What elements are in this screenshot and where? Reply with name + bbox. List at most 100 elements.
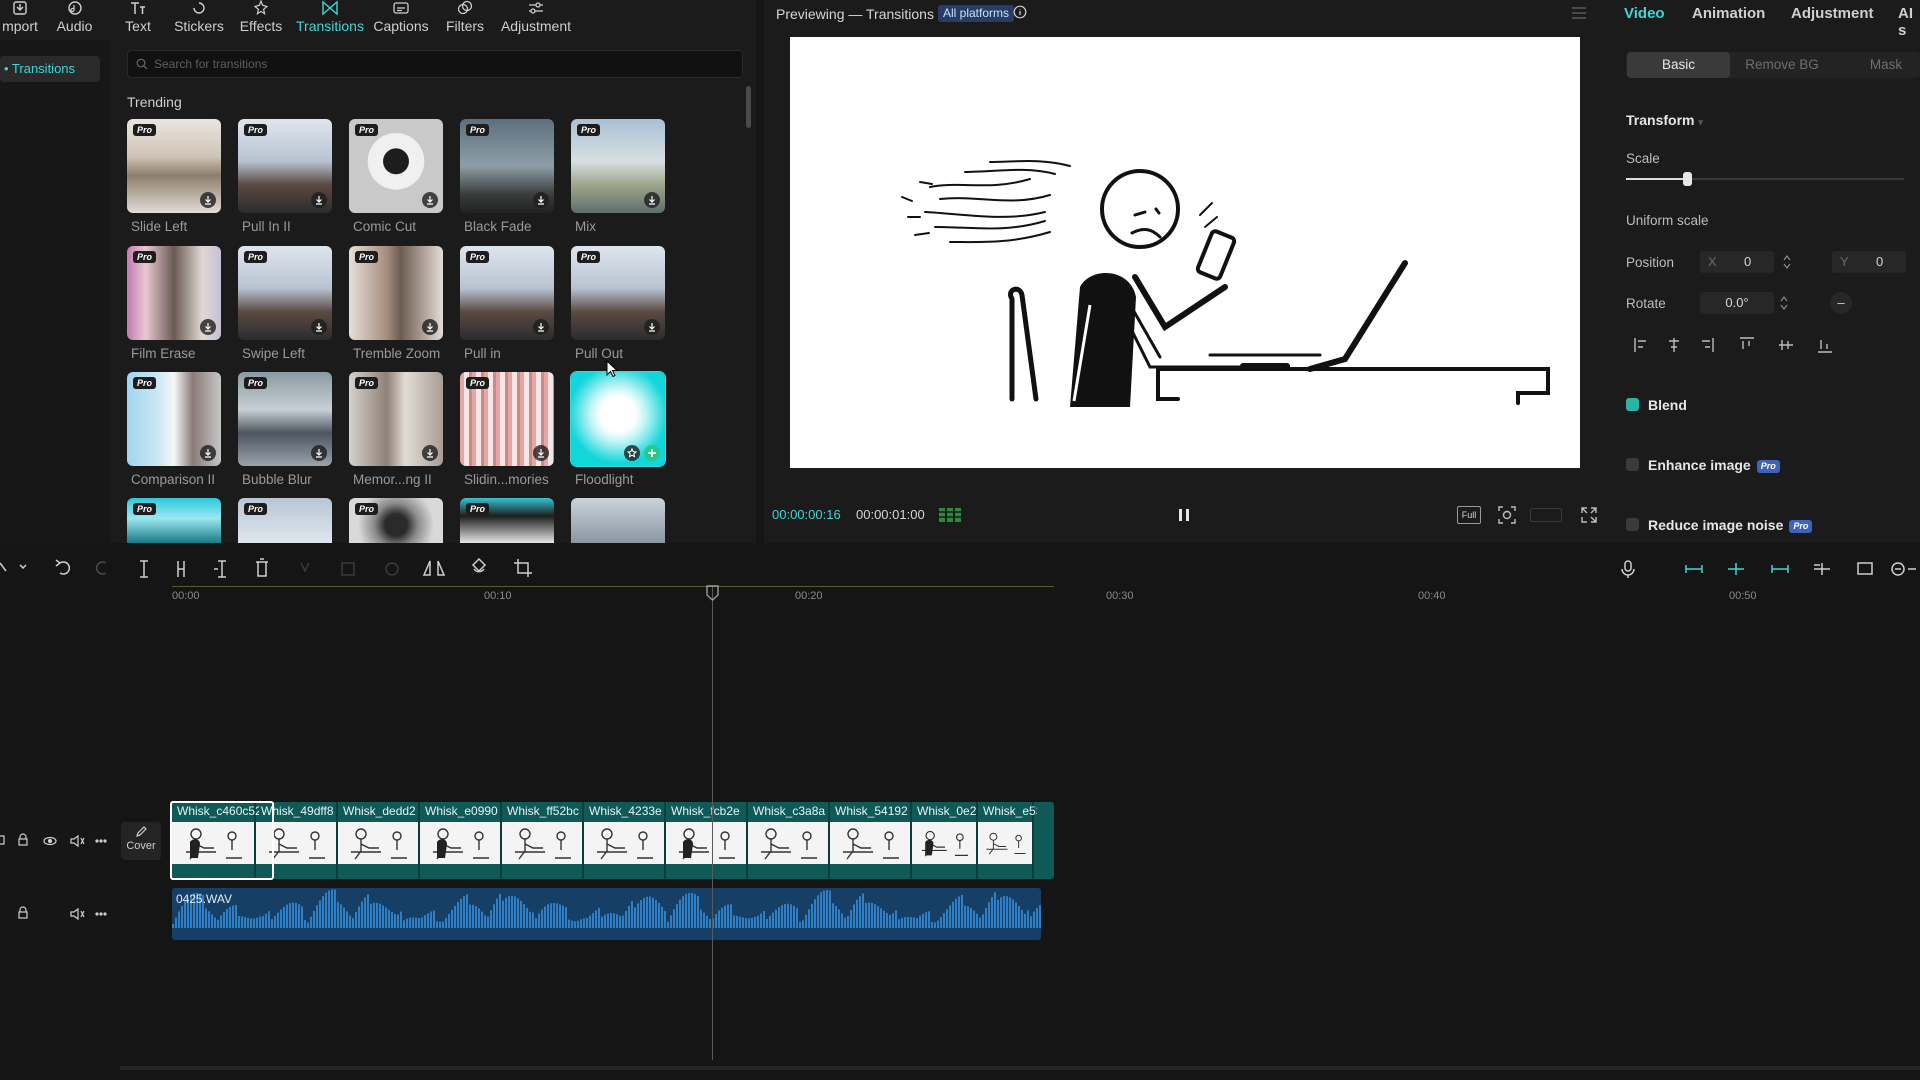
enhance-checkbox[interactable] (1626, 458, 1639, 471)
download-icon[interactable] (422, 445, 438, 461)
toolbar-transitions[interactable]: Transitions (296, 0, 364, 40)
transition-card[interactable]: Pro (349, 246, 443, 340)
subtab-mask[interactable]: Mask (1834, 52, 1920, 78)
toolbar-stickers[interactable]: Stickers (172, 0, 226, 40)
transition-card[interactable]: Pro (238, 372, 332, 466)
transition-card[interactable]: Pro (238, 246, 332, 340)
download-icon[interactable] (200, 445, 216, 461)
quality-button[interactable]: Full (1457, 506, 1481, 524)
noise-checkbox[interactable] (1626, 518, 1639, 531)
playhead-handle[interactable] (706, 585, 719, 601)
timeline-scrollbar[interactable] (120, 1066, 1920, 1070)
playhead[interactable] (712, 585, 713, 1060)
transition-card[interactable]: Pro (460, 119, 554, 213)
download-icon[interactable] (644, 192, 660, 208)
download-icon[interactable] (311, 319, 327, 335)
download-icon[interactable] (533, 445, 549, 461)
preview-canvas[interactable] (790, 37, 1580, 468)
toolbar-filters[interactable]: Filters (443, 0, 487, 40)
video-clip[interactable]: Whisk_e0990 (420, 802, 502, 879)
toolbar-adjustment[interactable]: Adjustment (498, 0, 574, 40)
transition-card[interactable] (570, 371, 666, 467)
nav-item-transitions[interactable]: • Transitions (0, 56, 100, 82)
ratio-button[interactable] (1530, 508, 1562, 522)
toolbar-import-label: mport (2, 18, 38, 34)
favorite-icon[interactable] (624, 445, 640, 461)
pro-badge: Pro (355, 503, 379, 515)
transition-card[interactable]: Pro (349, 119, 443, 213)
toolbar-import[interactable]: mport (0, 0, 40, 40)
subtab-remove-bg[interactable]: Remove BG (1730, 52, 1834, 78)
tab-adjustment[interactable]: Adjustment (1791, 5, 1874, 22)
transition-card[interactable]: Pro (127, 246, 221, 340)
pause-button[interactable] (1177, 507, 1191, 523)
clip-name: Whisk_0e2 (917, 804, 977, 818)
transition-card[interactable]: Pro (460, 246, 554, 340)
audio-track[interactable] (172, 888, 1041, 940)
download-icon[interactable] (644, 319, 660, 335)
video-clip[interactable]: Whisk_ff52bc (502, 802, 584, 879)
rotate-reset-button[interactable]: – (1830, 292, 1852, 314)
download-icon[interactable] (422, 319, 438, 335)
clip-name: Whisk_4233e (589, 804, 662, 818)
download-icon[interactable] (422, 192, 438, 208)
tab-video[interactable]: Video (1624, 5, 1665, 22)
transition-card[interactable]: Pro (571, 119, 665, 213)
transition-card[interactable]: Pro (349, 498, 443, 543)
snapshot-icon[interactable] (1498, 506, 1516, 524)
transition-label: Bubble Blur (242, 472, 312, 487)
fullscreen-icon[interactable] (1581, 507, 1597, 523)
toolbar-effects[interactable]: Effects (238, 0, 284, 40)
download-icon[interactable] (200, 192, 216, 208)
menu-icon[interactable] (1571, 6, 1587, 20)
ruler-tick-0: 00:00 (172, 590, 200, 602)
transition-card[interactable]: Pro (571, 246, 665, 340)
video-clip[interactable]: Whisk_4233e (584, 802, 666, 879)
transition-card[interactable]: Pro (238, 498, 332, 543)
subtab-basic[interactable]: Basic (1627, 52, 1730, 78)
video-track[interactable]: Whisk_c460c523Whisk_49dff8Whisk_dedd2Whi… (172, 802, 1054, 879)
transition-card[interactable]: Pro (127, 119, 221, 213)
video-clip[interactable]: Whisk_c3a8a (748, 802, 830, 879)
pro-badge: Pro (466, 124, 490, 136)
video-clip[interactable]: Whisk_fcb2e (666, 802, 748, 879)
transition-card[interactable]: Pro (127, 372, 221, 466)
download-icon[interactable] (200, 319, 216, 335)
download-icon[interactable] (533, 319, 549, 335)
cover-button[interactable]: Cover (121, 822, 161, 860)
search-input[interactable]: Search for transitions (127, 50, 743, 78)
position-x-field[interactable]: X 0 (1700, 251, 1774, 273)
panel-scrollbar[interactable] (746, 86, 751, 128)
video-clip[interactable]: Whisk_0e2 (912, 802, 978, 879)
section-title: Trending (127, 94, 182, 110)
download-icon[interactable] (533, 192, 549, 208)
transition-card[interactable]: Pro (460, 372, 554, 466)
transition-card[interactable]: Pro (127, 498, 221, 543)
download-icon[interactable] (311, 192, 327, 208)
info-icon[interactable] (1013, 5, 1027, 19)
rotate-field[interactable]: 0.0° (1700, 292, 1774, 314)
position-y-field[interactable]: Y 0 (1832, 251, 1906, 273)
toolbar-audio[interactable]: Audio (52, 0, 97, 40)
add-icon[interactable] (644, 445, 660, 461)
scale-slider-handle[interactable] (1683, 172, 1693, 186)
scale-slider[interactable] (1626, 172, 1904, 186)
video-clip[interactable]: Whisk_e53 (978, 802, 1037, 879)
tab-animation[interactable]: Animation (1692, 5, 1765, 22)
blend-checkbox[interactable] (1626, 398, 1639, 411)
toolbar-captions[interactable]: Captions (372, 0, 430, 40)
rotate-stepper-icon[interactable] (1779, 294, 1789, 312)
transition-card[interactable] (571, 498, 665, 543)
tab-ai[interactable]: AI s (1898, 5, 1920, 39)
video-clip[interactable]: Whisk_54192 (830, 802, 912, 879)
ruler-tick-20: 00:20 (795, 590, 823, 602)
transform-heading[interactable]: Transform ▾ (1626, 112, 1703, 128)
transition-card[interactable]: Pro (238, 119, 332, 213)
download-icon[interactable] (311, 445, 327, 461)
platform-badge[interactable]: All platforms (938, 5, 1015, 22)
transition-card[interactable]: Pro (349, 372, 443, 466)
transition-card[interactable]: Pro (460, 498, 554, 543)
video-clip[interactable]: Whisk_dedd2 (338, 802, 420, 879)
toolbar-text[interactable]: Text (120, 0, 156, 40)
x-stepper-icon[interactable] (1782, 253, 1792, 271)
